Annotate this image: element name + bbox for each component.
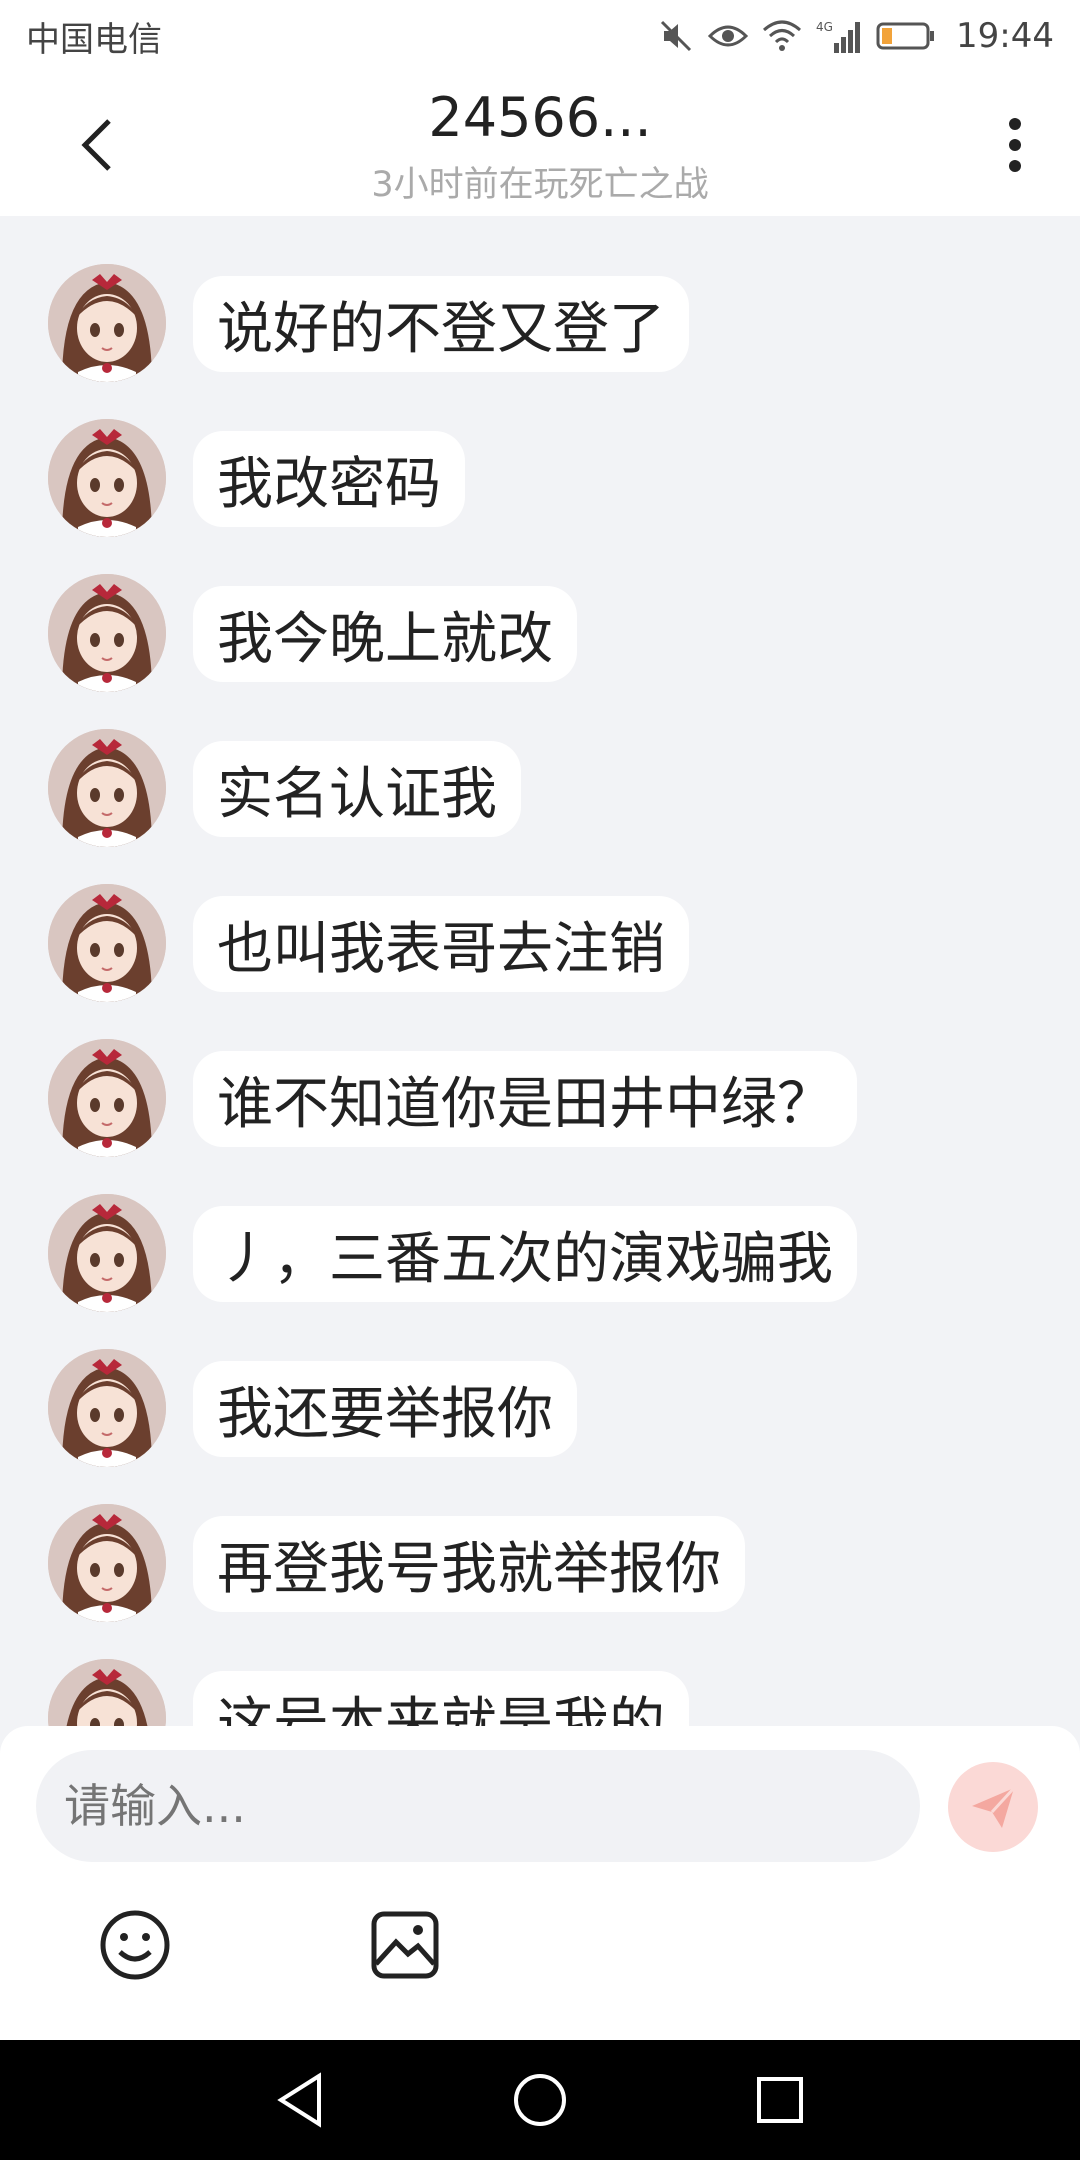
sender-avatar[interactable] xyxy=(48,574,166,692)
message-bubble[interactable]: 也叫我表哥去注销 xyxy=(193,896,689,992)
square-recents-icon xyxy=(757,2077,803,2123)
signal-icon: 4G xyxy=(816,20,861,53)
message-input[interactable] xyxy=(36,1750,920,1862)
message-row: 我今晚上就改 xyxy=(0,574,1080,694)
message-row: 我改密码 xyxy=(0,419,1080,539)
message-row: 这号本来就是我的 xyxy=(0,1659,1080,1726)
message-bubble[interactable]: 丿，三番五次的演戏骗我 xyxy=(193,1206,857,1302)
message-bubble[interactable]: 说好的不登又登了 xyxy=(193,276,689,372)
message-bubble[interactable]: 这号本来就是我的 xyxy=(193,1671,689,1726)
status-icons: 4G 19:44 xyxy=(658,16,1054,56)
triangle-back-icon xyxy=(277,2072,321,2128)
message-bubble[interactable]: 实名认证我 xyxy=(193,741,521,837)
sender-avatar[interactable] xyxy=(48,419,166,537)
more-vertical-icon xyxy=(1009,118,1021,172)
send-icon xyxy=(972,1786,1016,1828)
more-options-button[interactable] xyxy=(990,110,1040,180)
message-bubble[interactable]: 谁不知道你是田井中绿？ xyxy=(193,1051,857,1147)
message-row: 谁不知道你是田井中绿？ xyxy=(0,1039,1080,1159)
sender-avatar[interactable] xyxy=(48,729,166,847)
message-list[interactable]: 说好的不登又登了 我改密码我今晚上就改 实名认证我也叫我表哥去注销谁不知道你是田井中… xyxy=(0,216,1080,1726)
eye-icon xyxy=(708,25,749,47)
message-row: 也叫我表哥去注销 xyxy=(0,884,1080,1004)
sender-avatar[interactable] xyxy=(48,1659,166,1726)
input-area xyxy=(0,1726,1080,2040)
circle-home-icon xyxy=(514,2074,566,2126)
chat-title: 24566... xyxy=(428,86,652,149)
wifi-icon xyxy=(763,20,802,51)
message-row: 再登我号我就举报你 xyxy=(0,1504,1080,1624)
sender-avatar[interactable] xyxy=(48,264,166,382)
system-nav-bar xyxy=(0,2040,1080,2160)
mute-icon xyxy=(660,20,692,52)
sender-avatar[interactable] xyxy=(48,884,166,1002)
battery-icon xyxy=(876,22,935,50)
emoji-button[interactable] xyxy=(98,1908,172,1982)
nav-recents-button[interactable] xyxy=(750,2070,810,2130)
carrier-name: 中国电信 xyxy=(26,19,162,60)
sender-avatar[interactable] xyxy=(48,1039,166,1157)
image-button[interactable] xyxy=(368,1908,442,1982)
image-icon xyxy=(371,1911,439,1979)
sender-avatar[interactable] xyxy=(48,1349,166,1467)
message-bubble[interactable]: 我还要举报你 xyxy=(193,1361,577,1457)
message-bubble[interactable]: 我改密码 xyxy=(193,431,465,527)
status-bar: 中国电信 4G 19:44 xyxy=(0,0,1080,72)
nav-back-button[interactable] xyxy=(270,2070,330,2130)
nav-home-button[interactable] xyxy=(510,2070,570,2130)
svg-text:4G: 4G xyxy=(816,20,833,34)
message-row: 我还要举报你 xyxy=(0,1349,1080,1469)
chat-header: 24566... 3小时前在玩死亡之战 xyxy=(0,72,1080,216)
message-row: 说好的不登又登了 xyxy=(0,264,1080,384)
chat-subtitle: 3小时前在玩死亡之战 xyxy=(371,165,709,205)
sender-avatar[interactable] xyxy=(48,1504,166,1622)
smiley-icon xyxy=(100,1910,170,1980)
sender-avatar[interactable] xyxy=(48,1194,166,1312)
message-bubble[interactable]: 再登我号我就举报你 xyxy=(193,1516,745,1612)
message-row: 实名认证我 xyxy=(0,729,1080,849)
clock: 19:44 xyxy=(956,16,1054,56)
send-button[interactable] xyxy=(948,1762,1038,1852)
message-row: 丿，三番五次的演戏骗我 xyxy=(0,1194,1080,1314)
message-bubble[interactable]: 我今晚上就改 xyxy=(193,586,577,682)
